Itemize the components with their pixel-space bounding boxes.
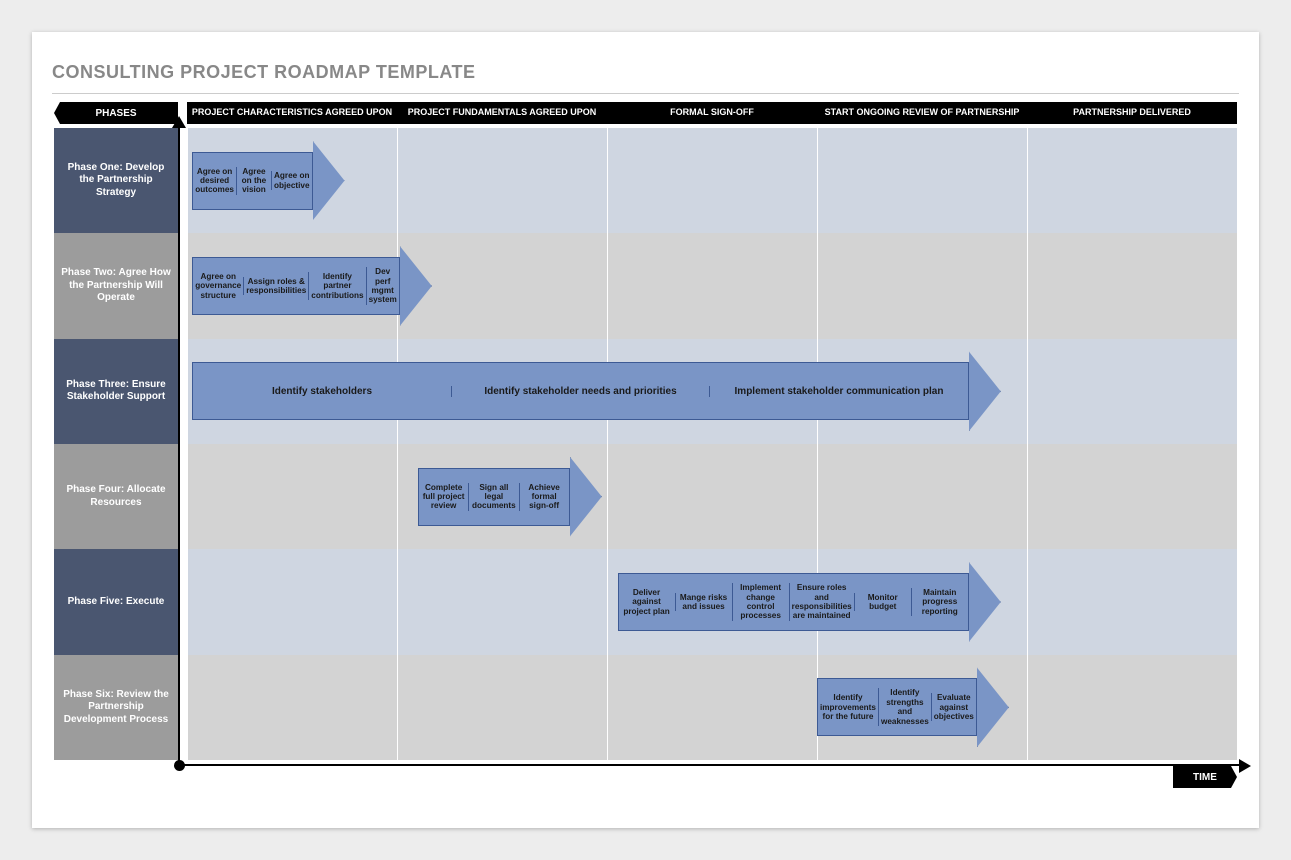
arrow-segment: Evaluate against objectives <box>931 693 976 721</box>
arrow-segment: Identify stakeholder needs and prioritie… <box>451 386 710 398</box>
arrow-segment: Implement change control processes <box>732 583 789 621</box>
arrow-head-icon <box>969 351 1001 431</box>
roadmap-arrow: Identify stakeholdersIdentify stakeholde… <box>192 362 1001 420</box>
phase-lane <box>187 444 1237 549</box>
roadmap-grid: PROJECT CHARACTERISTICS AGREED UPONPROJE… <box>54 102 1237 760</box>
arrow-segment: Complete full project review <box>419 483 468 511</box>
arrow-segment: Identify improvements for the future <box>818 693 878 721</box>
roadmap-arrow: Deliver against project planMange risks … <box>618 573 1001 631</box>
axis-origin-dot <box>174 760 185 771</box>
arrow-segment: Identify partner contributions <box>308 272 365 300</box>
arrow-segment: Implement stakeholder communication plan <box>709 386 968 398</box>
phase-label: Phase Three: Ensure Stakeholder Support <box>54 339 178 444</box>
arrow-head-icon <box>570 457 602 537</box>
phase-label: Phase Four: Allocate Resources <box>54 444 178 549</box>
phase-lane <box>187 655 1237 760</box>
roadmap-arrow: Agree on desired outcomesAgree on the vi… <box>192 152 344 210</box>
arrow-segment: Maintain progress reporting <box>911 588 968 616</box>
column-header: PARTNERSHIP DELIVERED <box>1027 102 1237 124</box>
arrow-segment: Agree on objective <box>271 171 312 190</box>
column-header: PROJECT FUNDAMENTALS AGREED UPON <box>397 102 607 124</box>
arrow-segment: Assign roles & responsibilities <box>243 277 308 296</box>
arrow-segment: Mange risks and issues <box>675 593 732 612</box>
phase-lane <box>187 128 1237 233</box>
arrow-segment: Dev perf mgmt system <box>366 267 399 305</box>
roadmap-arrow: Agree on governance structureAssign role… <box>192 257 402 315</box>
column-header: PROJECT CHARACTERISTICS AGREED UPON <box>187 102 397 124</box>
phase-label: Phase One: Develop the Partnership Strat… <box>54 128 178 233</box>
document-sheet: CONSULTING PROJECT ROADMAP TEMPLATE PHAS… <box>32 32 1259 828</box>
arrow-head-icon <box>313 141 345 221</box>
arrow-head-icon <box>969 562 1001 642</box>
arrow-segment: Sign all legal documents <box>468 483 518 511</box>
arrow-segment: Agree on governance structure <box>193 272 243 300</box>
x-axis-line <box>178 764 1243 766</box>
roadmap-arrow: Complete full project reviewSign all leg… <box>418 468 602 526</box>
column-header: START ONGOING REVIEW OF PARTNERSHIP <box>817 102 1027 124</box>
y-axis-line <box>178 124 180 766</box>
arrow-segment: Deliver against project plan <box>619 588 675 616</box>
phase-label: Phase Six: Review the Partnership Develo… <box>54 655 178 760</box>
page-title: CONSULTING PROJECT ROADMAP TEMPLATE <box>52 62 1239 94</box>
roadmap-arrow: Identify improvements for the futureIden… <box>817 678 1001 736</box>
phase-label: Phase Five: Execute <box>54 549 178 654</box>
arrow-segment: Achieve formal sign-off <box>519 483 569 511</box>
arrow-segment: Identify stakeholders <box>193 386 451 398</box>
arrow-segment: Monitor budget <box>854 593 911 612</box>
x-axis-label: TIME <box>1173 766 1237 788</box>
column-header: FORMAL SIGN-OFF <box>607 102 817 124</box>
arrow-segment: Agree on desired outcomes <box>193 167 236 195</box>
arrow-segment: Identify strengths and weaknesses <box>878 688 931 726</box>
phase-label: Phase Two: Agree How the Partnership Wil… <box>54 233 178 338</box>
arrow-segment: Ensure roles and responsibilities are ma… <box>789 583 854 621</box>
arrow-segment: Agree on the vision <box>236 167 271 195</box>
y-axis-arrow-icon <box>172 116 186 128</box>
x-axis-arrow-icon <box>1239 759 1251 773</box>
